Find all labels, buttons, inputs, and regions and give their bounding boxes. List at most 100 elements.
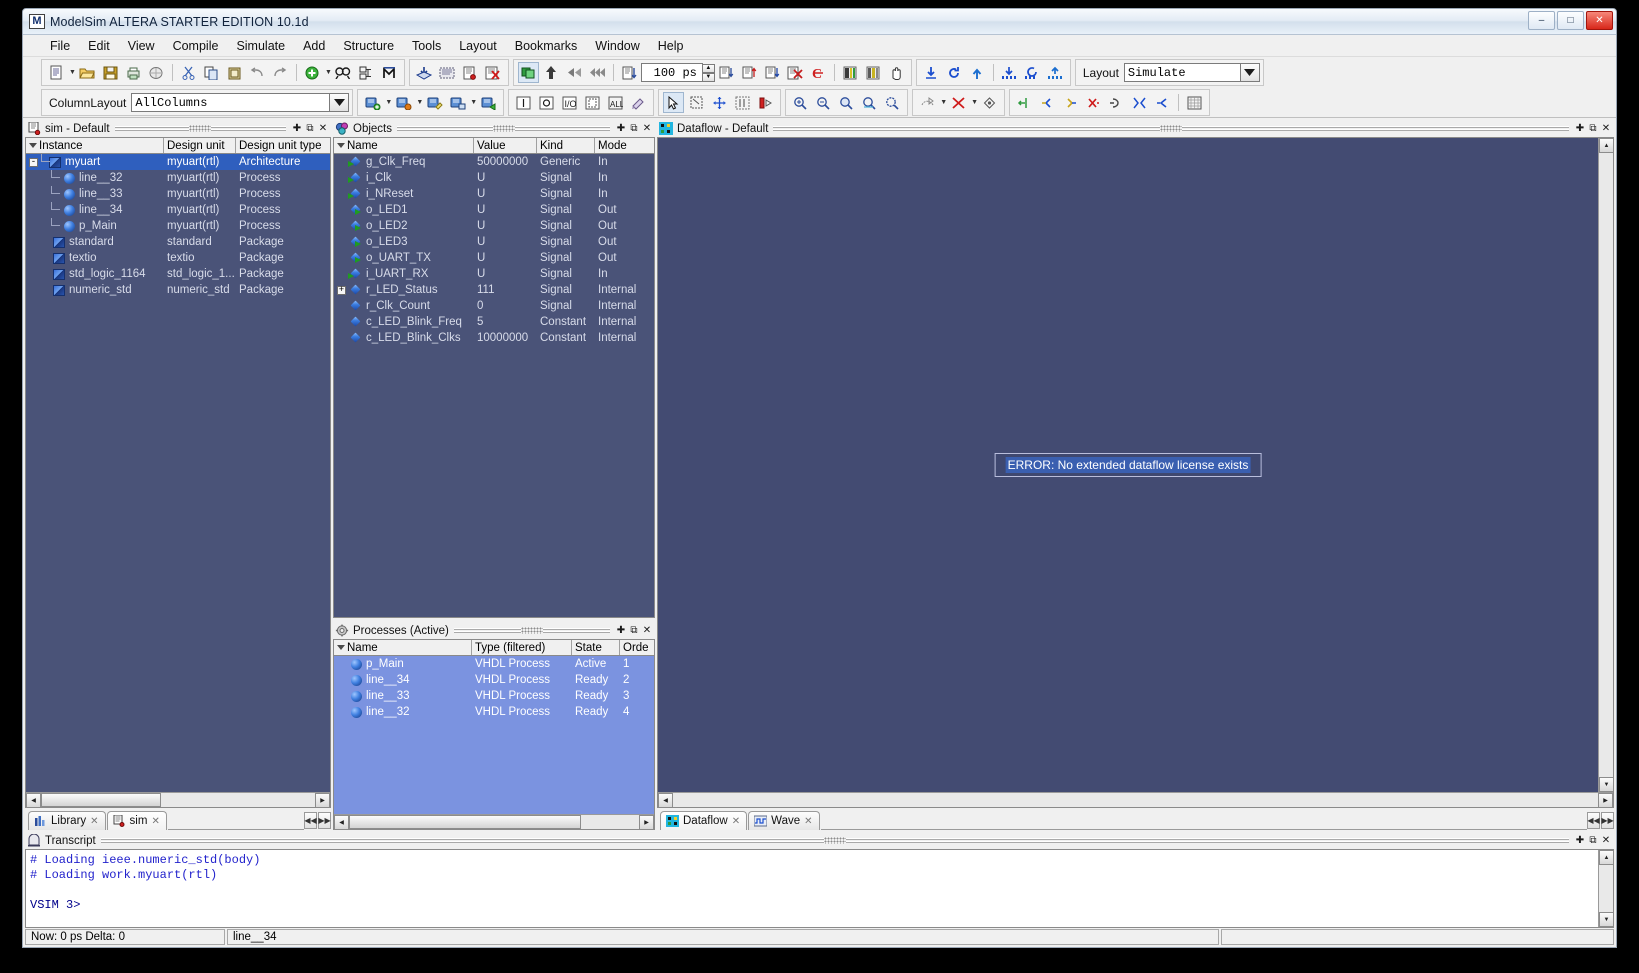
transcript-close-button[interactable]: ✕ [1600, 835, 1612, 847]
minimize-button[interactable]: – [1528, 11, 1555, 30]
step-over-icon[interactable] [739, 62, 760, 83]
dataflow-hscroll-left[interactable]: ◀ [658, 793, 673, 807]
columnlayout-value[interactable]: AllColumns [131, 93, 331, 112]
print-preview-icon[interactable] [146, 62, 167, 83]
processes-undock-button[interactable]: ⧉ [628, 625, 640, 637]
zoom-full-icon[interactable] [836, 92, 857, 113]
dataflow-canvas[interactable]: ERROR: No extended dataflow license exis… [658, 138, 1598, 792]
table-row[interactable]: numeric_std numeric_std Package [26, 282, 330, 298]
edit-object-icon[interactable] [424, 92, 445, 113]
objects-col-value[interactable]: Value [474, 138, 537, 153]
erase-highlight-icon[interactable] [1106, 92, 1127, 113]
wave-compare-all-icon[interactable] [863, 62, 884, 83]
collapse-icon[interactable] [921, 62, 942, 83]
run-length-spinner[interactable]: ▲ ▼ [701, 63, 715, 82]
undo-icon[interactable] [247, 62, 268, 83]
close-button[interactable]: ✕ [1586, 11, 1613, 30]
layout-dropdown-icon[interactable] [1240, 63, 1260, 82]
io-icon[interactable]: I/O [559, 92, 580, 113]
up-all-icon[interactable] [1045, 62, 1066, 83]
expand-tree-icon[interactable] [356, 62, 377, 83]
processes-hscroll-track[interactable] [349, 815, 639, 829]
sim-col-instance[interactable]: Instance [26, 138, 164, 153]
compile-all-icon[interactable] [437, 62, 458, 83]
dataflow-undock-button[interactable]: ⧉ [1587, 123, 1599, 135]
simulate-icon[interactable] [460, 62, 481, 83]
collapse-net-icon[interactable] [1129, 92, 1150, 113]
refresh-object-icon[interactable] [478, 92, 499, 113]
menu-add[interactable]: Add [294, 37, 334, 55]
trace-event-icon[interactable] [979, 92, 1000, 113]
redo-icon[interactable] [270, 62, 291, 83]
save-object-dropdown-icon[interactable]: ▼ [470, 99, 477, 106]
table-row[interactable]: line__32 myuart(rtl) Process [26, 170, 330, 186]
transcript-body[interactable]: # Loading ieee.numeric_std(body) # Loadi… [25, 849, 1614, 928]
table-row[interactable]: o_UART_TX U Signal Out [334, 250, 654, 266]
new-object-dropdown-icon[interactable]: ▼ [385, 99, 392, 106]
processes-hscroll-left[interactable]: ◀ [334, 815, 349, 829]
continue-run-icon[interactable] [564, 62, 585, 83]
columnlayout-dropdown-icon[interactable] [330, 93, 350, 112]
processes-col-order[interactable]: Orde [620, 640, 654, 655]
objects-close-button[interactable]: ✕ [641, 123, 653, 135]
cut-icon[interactable] [178, 62, 199, 83]
processes-dock-button[interactable]: ✚ [615, 625, 627, 637]
table-row[interactable]: std_logic_1164 std_logic_1... Package [26, 266, 330, 282]
transcript-dock-button[interactable]: ✚ [1574, 835, 1586, 847]
tab-wave-close-icon[interactable]: ✕ [804, 816, 812, 827]
transcript-vscroll-down[interactable]: ▼ [1599, 912, 1613, 927]
break-icon[interactable]: C [808, 62, 829, 83]
left-tabs-prev-icon[interactable]: ◀◀ [304, 812, 317, 829]
table-row[interactable]: r_Clk_Count 0 Signal Internal [334, 298, 654, 314]
dataflow-pane-grip[interactable] [773, 125, 1569, 132]
processes-col-type[interactable]: Type (filtered) [472, 640, 572, 655]
zoom-fit-icon[interactable] [859, 92, 880, 113]
step-out-icon[interactable] [762, 62, 783, 83]
sim-hscroll-left[interactable]: ◀ [26, 793, 41, 807]
run-length-input[interactable]: 100 ps [640, 63, 703, 82]
sim-hscrollbar[interactable]: ◀ ▶ [26, 792, 330, 807]
table-row[interactable]: o_LED2 U Signal Out [334, 218, 654, 234]
add-wave-dropdown-icon[interactable]: ▼ [325, 69, 332, 76]
tab-sim[interactable]: sim ✕ [106, 811, 167, 830]
run-icon[interactable] [541, 62, 562, 83]
objects-col-name[interactable]: Name [334, 138, 474, 153]
table-row[interactable]: i_NReset U Signal In [334, 186, 654, 202]
maximize-button[interactable]: □ [1557, 11, 1584, 30]
new-file-dropdown-icon[interactable]: ▼ [69, 69, 76, 76]
transcript-vscroll-track[interactable] [1599, 865, 1613, 912]
region-icon[interactable] [582, 92, 603, 113]
table-row[interactable]: line__34 VHDL Process Ready 2 [334, 672, 654, 688]
open-folder-icon[interactable] [77, 62, 98, 83]
table-row[interactable]: c_LED_Blink_Clks 10000000 Constant Inter… [334, 330, 654, 346]
hand-icon[interactable] [886, 62, 907, 83]
transcript-undock-button[interactable]: ⧉ [1587, 835, 1599, 847]
table-row[interactable]: - myuart myuart(rtl) Architecture [26, 154, 330, 170]
pan-icon[interactable] [709, 92, 730, 113]
flow-icon[interactable] [755, 92, 776, 113]
layout-combo[interactable]: Simulate [1123, 63, 1260, 82]
grid-icon[interactable] [1184, 92, 1205, 113]
processes-col-name[interactable]: Name [334, 640, 472, 655]
dataflow-hscrollbar[interactable]: ◀ ▶ [658, 792, 1613, 807]
table-row[interactable]: i_Clk U Signal In [334, 170, 654, 186]
table-row[interactable]: o_LED1 U Signal Out [334, 202, 654, 218]
print-icon[interactable] [123, 62, 144, 83]
left-tabs-next-icon[interactable]: ▶▶ [318, 812, 331, 829]
processes-hscroll-right[interactable]: ▶ [639, 815, 654, 829]
menu-simulate[interactable]: Simulate [227, 37, 294, 55]
run-all-icon[interactable] [587, 62, 608, 83]
menu-bookmarks[interactable]: Bookmarks [506, 37, 587, 55]
modelsim-icon[interactable] [379, 62, 400, 83]
run-length-icon[interactable] [619, 62, 640, 83]
objects-undock-button[interactable]: ⧉ [628, 123, 640, 135]
menu-help[interactable]: Help [649, 37, 693, 55]
show-wave-icon[interactable] [1152, 92, 1173, 113]
table-row[interactable]: line__34 myuart(rtl) Process [26, 202, 330, 218]
zoom-last-icon[interactable] [882, 92, 903, 113]
copy-icon[interactable] [201, 62, 222, 83]
objects-pane-grip[interactable] [397, 125, 610, 132]
table-row[interactable]: p_Main VHDL Process Active 1 [334, 656, 654, 672]
table-row[interactable]: + r_LED_Status 111 Signal Internal [334, 282, 654, 298]
sim-undock-button[interactable]: ⧉ [304, 123, 316, 135]
